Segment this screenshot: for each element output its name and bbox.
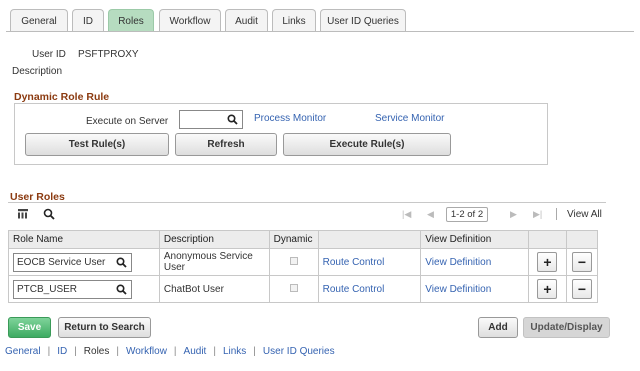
test-rules-button[interactable]: Test Rule(s) <box>25 133 169 156</box>
user-id-value: PSFTPROXY <box>78 49 139 60</box>
link-separator: | <box>47 346 51 357</box>
tab-roles[interactable]: Roles <box>108 9 154 32</box>
delete-row-button[interactable]: − <box>571 252 592 272</box>
next-page-icon[interactable]: ▶ <box>510 209 517 220</box>
delete-row-button[interactable]: − <box>571 279 592 299</box>
tab-id[interactable]: ID <box>72 9 104 32</box>
link-separator: | <box>74 346 77 357</box>
page-range-select[interactable]: 1-2 of 2 <box>446 207 488 222</box>
column-header-dynamic: Dynamic <box>268 230 319 249</box>
delete-row-cell: − <box>565 275 599 303</box>
role-name-input[interactable]: PTCB_USER <box>13 279 132 299</box>
link-separator: | <box>213 346 216 357</box>
view-definition-cell: View Definition <box>420 275 529 303</box>
user-roles-divider <box>8 202 606 203</box>
role-name-value: PTCB_USER <box>17 283 78 295</box>
last-page-icon[interactable]: ▶| <box>533 209 542 220</box>
dynamic-role-rule-title: Dynamic Role Rule <box>14 91 110 103</box>
description-label: Description <box>12 66 63 77</box>
dynamic-cell <box>268 275 319 303</box>
save-button[interactable]: Save <box>8 317 51 338</box>
tab-general[interactable]: General <box>10 9 68 32</box>
dynamic-cell <box>268 248 319 276</box>
view-definition-cell: View Definition <box>420 248 529 276</box>
dynamic-checkbox[interactable] <box>289 256 298 265</box>
link-separator: | <box>173 346 177 357</box>
tab-divider <box>6 31 634 32</box>
column-header-role-name: Role Name <box>8 230 160 249</box>
delete-row-cell: − <box>565 248 599 276</box>
add-row-button[interactable]: + <box>537 279 558 299</box>
tab-audit[interactable]: Audit <box>225 9 268 32</box>
pager-separator <box>556 208 557 220</box>
service-monitor-link[interactable]: Service Monitor <box>375 113 444 124</box>
tab-workflow[interactable]: Workflow <box>159 9 221 32</box>
route-control-cell: Route Control <box>317 248 422 276</box>
role-lookup-icon[interactable] <box>116 283 127 298</box>
role-name-input[interactable]: EOCB Service User <box>13 252 132 272</box>
bottom-page-links: General | ID | Roles | Workflow | Audit | Lin… <box>5 346 335 357</box>
dynamic-checkbox[interactable] <box>289 283 298 292</box>
route-control-link[interactable]: Route Control <box>323 284 385 295</box>
table-header-row: Role Name Description Dynamic View Defin… <box>8 230 599 249</box>
execute-on-server-input[interactable] <box>179 110 243 129</box>
table-row: EOCB Service User Anonymous Service User… <box>8 248 599 276</box>
add-row-button[interactable]: + <box>537 252 558 272</box>
execute-rules-button[interactable]: Execute Rule(s) <box>283 133 451 156</box>
footer-link-audit[interactable]: Audit <box>184 346 207 357</box>
role-description-cell: Anonymous Service User <box>158 248 270 276</box>
route-control-link[interactable]: Route Control <box>323 257 385 268</box>
first-page-icon[interactable]: |◀ <box>402 209 411 220</box>
footer-link-roles: Roles <box>83 346 110 357</box>
footer-link-links[interactable]: Links <box>223 346 246 357</box>
view-definition-link[interactable]: View Definition <box>425 257 491 268</box>
previous-page-icon[interactable]: ◀ <box>427 209 434 220</box>
column-header-view-definition: View Definition <box>420 230 529 249</box>
tab-links[interactable]: Links <box>272 9 316 32</box>
return-to-search-button[interactable]: Return to Search <box>58 317 151 338</box>
column-header-route-control <box>317 230 422 249</box>
footer-link-id[interactable]: ID <box>57 346 67 357</box>
plus-icon: + <box>543 281 552 297</box>
link-separator: | <box>253 346 256 357</box>
route-control-cell: Route Control <box>317 275 422 303</box>
role-name-cell: EOCB Service User <box>8 248 160 276</box>
refresh-button[interactable]: Refresh <box>175 133 277 156</box>
footer-link-workflow[interactable]: Workflow <box>126 346 167 357</box>
footer-link-user-id-queries[interactable]: User ID Queries <box>263 346 335 357</box>
execute-on-server-label: Execute on Server <box>86 116 169 127</box>
view-definition-link[interactable]: View Definition <box>425 284 491 295</box>
user-roles-table: Role Name Description Dynamic View Defin… <box>8 230 599 303</box>
page-range-value: 1-2 of 2 <box>450 209 484 220</box>
add-row-cell: + <box>528 248 567 276</box>
search-icon[interactable] <box>227 114 238 128</box>
role-lookup-icon[interactable] <box>116 256 127 271</box>
column-header-delete <box>565 230 599 249</box>
personalize-grid-icon[interactable] <box>17 208 29 223</box>
update-display-button[interactable]: Update/Display <box>523 317 610 338</box>
add-button[interactable]: Add <box>478 317 518 338</box>
find-icon[interactable] <box>43 208 55 223</box>
role-name-value: EOCB Service User <box>17 256 106 268</box>
role-description-cell: ChatBot User <box>158 275 270 303</box>
plus-icon: + <box>543 254 552 270</box>
column-header-add <box>528 230 567 249</box>
tab-user-id-queries[interactable]: User ID Queries <box>320 9 406 32</box>
process-monitor-link[interactable]: Process Monitor <box>254 113 326 124</box>
minus-icon: − <box>577 254 587 270</box>
add-row-cell: + <box>528 275 567 303</box>
user-id-label: User ID <box>32 49 66 60</box>
footer-link-general[interactable]: General <box>5 346 41 357</box>
table-row: PTCB_USER ChatBot User Route Control Vie… <box>8 275 599 303</box>
role-name-cell: PTCB_USER <box>8 275 160 303</box>
minus-icon: − <box>577 281 587 297</box>
column-header-description: Description <box>158 230 270 249</box>
view-all-link[interactable]: View All <box>567 209 602 220</box>
link-separator: | <box>116 346 119 357</box>
